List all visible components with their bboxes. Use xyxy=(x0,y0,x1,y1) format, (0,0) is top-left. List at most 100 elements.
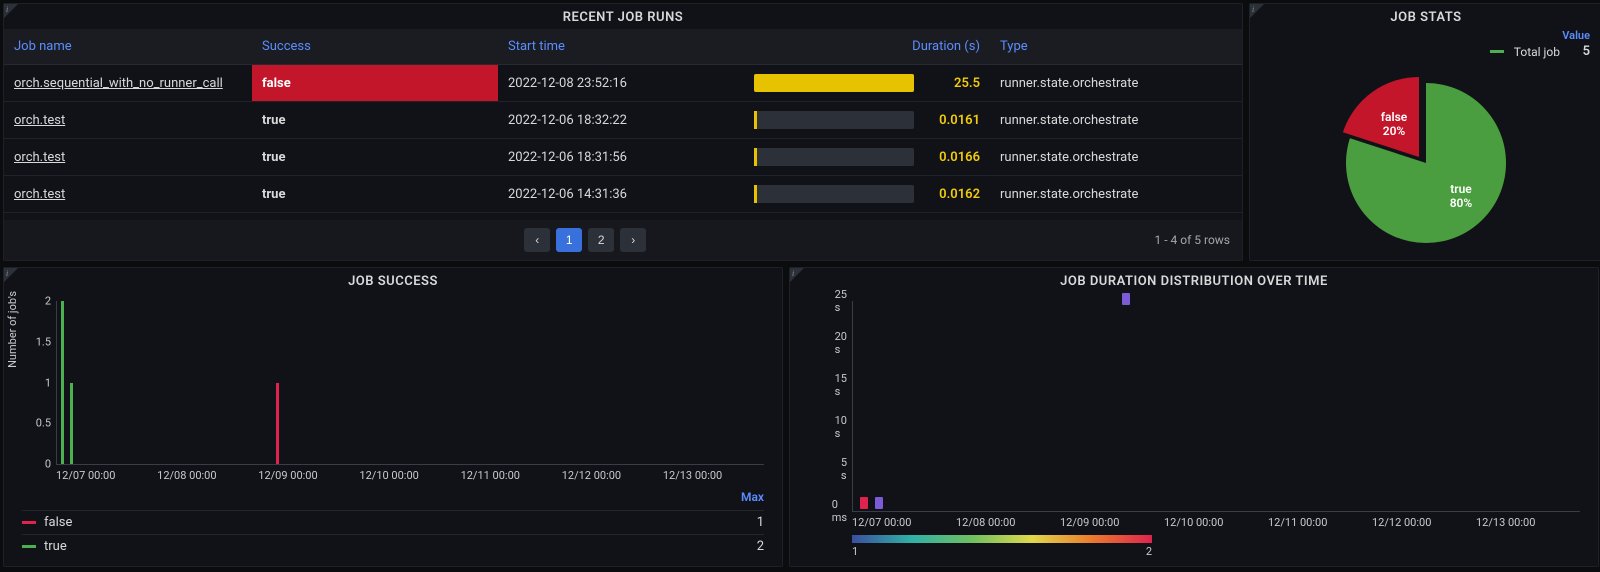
x-tick: 12/10 00:00 xyxy=(1164,516,1268,529)
pager: ‹12› 1 - 4 of 5 rows xyxy=(4,220,1242,260)
panel-menu-icon[interactable]: i xyxy=(4,4,18,18)
heatmap-cell xyxy=(875,497,883,509)
x-tick: 12/11 00:00 xyxy=(1268,516,1372,529)
col-type[interactable]: Type xyxy=(990,29,1242,65)
panel-recent-job-runs: i RECENT JOB RUNS Job name Success Start… xyxy=(3,3,1243,261)
legend-swatch xyxy=(22,521,36,524)
bar xyxy=(276,383,279,465)
panel-duration-distribution: i JOB DURATION DISTRIBUTION OVER TIME 0 … xyxy=(789,267,1599,567)
pager-page-2[interactable]: 2 xyxy=(588,228,614,252)
success-cell: false xyxy=(252,65,498,102)
x-tick: 12/09 00:00 xyxy=(258,469,359,482)
duration-value: 0.0162 xyxy=(924,187,980,202)
x-tick: 12/09 00:00 xyxy=(1060,516,1164,529)
legend-row[interactable]: true 2 xyxy=(22,534,764,558)
pie-label-false: false20% xyxy=(1381,110,1408,138)
success-legend: false1 true 2 xyxy=(4,508,782,566)
duration-value: 0.0166 xyxy=(924,150,980,165)
recent-jobs-table: Job name Success Start time Duration (s)… xyxy=(4,29,1242,213)
value-header: Value xyxy=(1562,29,1590,42)
table-row: orch.sequential_with_no_runner_call false… xyxy=(4,65,1242,102)
pager-page-1[interactable]: 1 xyxy=(556,228,582,252)
panel-menu-icon[interactable]: i xyxy=(4,268,18,282)
y-tick: 0 ms xyxy=(832,498,853,524)
duration-value: 25.5 xyxy=(924,76,980,91)
duration-value: 0.0161 xyxy=(924,113,980,128)
bar xyxy=(61,301,64,464)
y-tick: 1.5 xyxy=(36,335,57,348)
panel-menu-icon[interactable]: i xyxy=(1250,4,1264,18)
start-time-cell: 2022-12-08 23:52:16 xyxy=(498,65,744,102)
x-ticks: 12/07 00:0012/08 00:0012/09 00:0012/10 0… xyxy=(852,516,1580,529)
type-cell: runner.state.orchestrate xyxy=(990,102,1242,139)
y-tick: 10 s xyxy=(835,414,853,440)
job-name-link[interactable]: orch.test xyxy=(14,113,65,128)
job-name-link[interactable]: orch.sequential_with_no_runner_call xyxy=(14,76,223,91)
x-tick: 12/12 00:00 xyxy=(562,469,663,482)
col-success[interactable]: Success xyxy=(252,29,498,65)
pager-next[interactable]: › xyxy=(620,228,646,252)
x-tick: 12/08 00:00 xyxy=(956,516,1060,529)
bar xyxy=(70,383,73,465)
x-tick: 12/10 00:00 xyxy=(359,469,460,482)
x-tick: 12/07 00:00 xyxy=(56,469,157,482)
y-tick: 0.5 xyxy=(36,417,57,430)
col-job-name[interactable]: Job name xyxy=(4,29,252,65)
x-tick: 12/08 00:00 xyxy=(157,469,258,482)
job-name-link[interactable]: orch.test xyxy=(14,150,65,165)
scale-min: 1 xyxy=(852,545,858,558)
job-name-link[interactable]: orch.test xyxy=(14,187,65,202)
pager-prev[interactable]: ‹ xyxy=(524,228,550,252)
success-plot: 00.511.52 xyxy=(56,301,764,465)
table-row: orch.test true2022-12-06 18:32:22 0.0161 ru… xyxy=(4,102,1242,139)
legend-name: false xyxy=(44,515,749,530)
duration-bar xyxy=(754,74,914,92)
start-time-cell: 2022-12-06 14:31:36 xyxy=(498,176,744,213)
start-time-cell: 2022-12-06 18:32:22 xyxy=(498,102,744,139)
page-info: 1 - 4 of 5 rows xyxy=(1155,233,1230,247)
col-start-time[interactable]: Start time xyxy=(498,29,744,65)
duration-bar xyxy=(754,148,914,166)
y-axis-label: Number of job's xyxy=(6,290,19,367)
legend-swatch xyxy=(1490,50,1504,53)
legend-label: Total job xyxy=(1514,45,1560,59)
y-tick: 2 xyxy=(45,295,57,308)
x-tick: 12/13 00:00 xyxy=(1476,516,1580,529)
panel-menu-icon[interactable]: i xyxy=(790,268,804,282)
y-tick: 0 xyxy=(45,458,57,471)
x-ticks: 12/07 00:0012/08 00:0012/09 00:0012/10 0… xyxy=(56,469,764,482)
panel-title: JOB DURATION DISTRIBUTION OVER TIME xyxy=(790,268,1598,293)
pie-chart: true80% false20% xyxy=(1250,65,1600,260)
table-row: orch.testtrue2022-12-06 14:31:360.0162ru… xyxy=(4,176,1242,213)
success-cell: true xyxy=(252,102,498,139)
legend-name: true xyxy=(44,539,749,554)
panel-title: JOB SUCCESS xyxy=(4,268,782,293)
x-tick: 12/11 00:00 xyxy=(461,469,562,482)
y-tick: 1 xyxy=(45,376,57,389)
type-cell: runner.state.orchestrate xyxy=(990,65,1242,102)
color-scale-bar xyxy=(852,535,1152,543)
scale-max: 2 xyxy=(1146,545,1152,558)
duration-bar xyxy=(754,185,914,203)
x-tick: 12/07 00:00 xyxy=(852,516,956,529)
legend-value: 5 xyxy=(1570,44,1590,59)
duration-plot: 0 ms5 s10 s15 s20 s25 s xyxy=(852,301,1580,512)
table-row: orch.test true2022-12-06 18:31:56 0.0166 ru… xyxy=(4,139,1242,176)
legend-value: 2 xyxy=(757,539,764,554)
panel-title: JOB STATS xyxy=(1250,4,1600,29)
heatmap-cell xyxy=(860,497,868,509)
type-cell: runner.state.orchestrate xyxy=(990,139,1242,176)
panel-title: RECENT JOB RUNS xyxy=(4,4,1242,29)
x-tick: 12/12 00:00 xyxy=(1372,516,1476,529)
y-tick: 5 s xyxy=(841,456,853,482)
y-tick: 25 s xyxy=(835,288,853,314)
legend-row[interactable]: false1 xyxy=(22,510,764,534)
col-duration[interactable]: Duration (s) xyxy=(744,29,990,65)
success-cell: true xyxy=(252,139,498,176)
y-tick: 20 s xyxy=(835,330,853,356)
start-time-cell: 2022-12-06 18:31:56 xyxy=(498,139,744,176)
x-tick: 12/13 00:00 xyxy=(663,469,764,482)
panel-job-success: i JOB SUCCESS Number of job's 00.511.52 … xyxy=(3,267,783,567)
max-link[interactable]: Max xyxy=(4,488,782,508)
duration-bar xyxy=(754,111,914,129)
